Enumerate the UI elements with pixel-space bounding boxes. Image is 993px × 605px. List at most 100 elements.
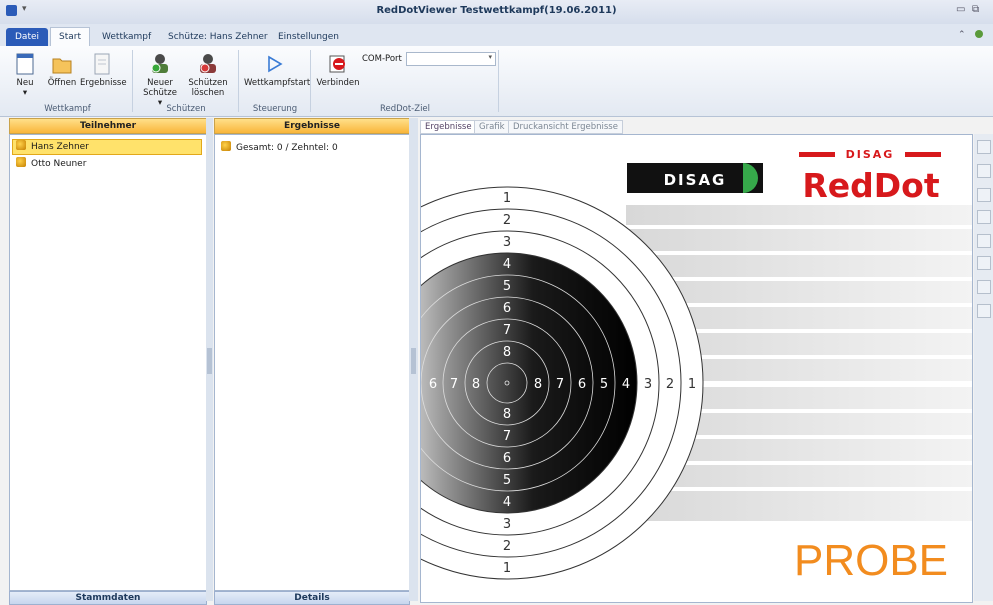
ring-number: 8 <box>534 377 542 392</box>
ring-number: 5 <box>503 473 511 488</box>
group-label-steuerung: Steuerung <box>252 104 298 114</box>
tool-icon[interactable] <box>977 164 991 178</box>
neu-button[interactable]: Neu ▾ <box>10 52 40 98</box>
tab-schuetze[interactable]: Schütze: Hans Zehner <box>160 28 276 46</box>
com-port-select[interactable]: ▾ <box>406 52 496 66</box>
shooter-icon <box>16 140 26 150</box>
schuetzen-loeschen-label-1: Schützen <box>188 78 228 88</box>
com-port-label: COM-Port <box>362 54 402 64</box>
ring-number: 7 <box>503 323 511 338</box>
disag-logo-text: DISAG <box>664 171 727 189</box>
delete-user-icon <box>200 54 216 73</box>
ring-number: 3 <box>503 517 511 532</box>
list-item[interactable]: Hans Zehner <box>12 139 202 155</box>
ergebnisse-label: Ergebnisse <box>80 78 127 88</box>
reddot-logo-text: RedDot <box>802 166 939 205</box>
ring-number: 5 <box>600 377 608 392</box>
schuetzen-loeschen-button[interactable]: Schützen löschen <box>186 52 230 98</box>
group-label-schuetzen: Schützen <box>166 104 206 114</box>
ring-number: 3 <box>503 235 511 250</box>
ring-number: 6 <box>503 301 511 316</box>
ring-number: 6 <box>503 451 511 466</box>
results-document-icon <box>94 53 110 75</box>
tool-icon[interactable] <box>977 234 991 248</box>
tool-icon[interactable] <box>977 256 991 270</box>
shooter-icon <box>16 157 26 167</box>
verbinden-button[interactable]: Verbinden <box>316 52 360 88</box>
ring-number: 1 <box>688 377 696 392</box>
tool-icon[interactable] <box>977 210 991 224</box>
ergebnisse-button[interactable]: Ergebnisse <box>80 52 127 88</box>
restore-icon[interactable]: ⧉ <box>972 4 979 15</box>
ring-number: 7 <box>503 429 511 444</box>
probe-stamp: PROBE <box>794 536 948 585</box>
ring-number: 2 <box>503 213 511 228</box>
schuetzen-loeschen-label-2: löschen <box>191 88 225 98</box>
new-document-icon <box>16 53 34 75</box>
tab-druckansicht[interactable]: Druckansicht Ergebnisse <box>508 120 623 134</box>
tool-icon[interactable] <box>977 188 991 202</box>
ring-number: 8 <box>503 407 511 422</box>
target-graphic: 1 2 3 4 5 6 7 8 8 7 6 5 4 3 2 1 8 7 6 5 … <box>421 148 972 585</box>
splitter-handle[interactable] <box>411 348 416 374</box>
connect-icon <box>329 55 345 73</box>
list-item[interactable]: Gesamt: 0 / Zehntel: 0 <box>221 141 338 155</box>
verbinden-label: Verbinden <box>316 78 360 88</box>
ergebnisse-header: Ergebnisse <box>214 118 410 134</box>
ergebnisse-list: Gesamt: 0 / Zehntel: 0 <box>214 134 410 591</box>
stammdaten-header[interactable]: Stammdaten <box>9 591 207 605</box>
ring-number: 6 <box>429 377 437 392</box>
tab-ergebnisse[interactable]: Ergebnisse <box>420 120 477 134</box>
dropdown-arrow-icon: ▾ <box>22 88 28 98</box>
folder-icon <box>52 58 72 74</box>
tab-datei[interactable]: Datei <box>6 28 49 46</box>
ring-number: 1 <box>503 561 511 576</box>
group-separator <box>498 50 499 112</box>
tool-icon[interactable] <box>977 304 991 318</box>
group-separator <box>310 50 311 112</box>
tab-start[interactable]: Start <box>50 27 90 46</box>
title-bar: ▾ RedDotViewer Testwettkampf(19.06.2011)… <box>0 0 993 24</box>
splitter[interactable] <box>206 118 213 601</box>
minimize-icon[interactable]: ▭ <box>956 4 965 15</box>
neu-label: Neu <box>16 78 34 88</box>
window-title: RedDotViewer Testwettkampf(19.06.2011) <box>376 5 617 16</box>
ring-number: 3 <box>644 377 652 392</box>
ring-number: 2 <box>666 377 674 392</box>
oeffnen-label: Öffnen <box>47 78 77 88</box>
tool-icon[interactable] <box>977 140 991 154</box>
list-item[interactable]: Otto Neuner <box>12 157 200 171</box>
ring-number: 6 <box>578 377 586 392</box>
splitter-handle[interactable] <box>207 348 212 374</box>
tool-icon[interactable] <box>977 280 991 294</box>
oeffnen-button[interactable]: Öffnen <box>46 52 78 88</box>
disag-logo: DISAG <box>627 163 763 193</box>
reddot-logo: DISAG RedDot <box>799 148 941 205</box>
collapse-ribbon-icon[interactable]: ⌃ <box>958 30 966 40</box>
details-header[interactable]: Details <box>214 591 410 605</box>
ring-number: 4 <box>503 257 511 272</box>
ring-number: 7 <box>556 377 564 392</box>
wettkampfstart-button[interactable]: Wettkampfstart <box>244 52 310 88</box>
ring-number: 5 <box>503 279 511 294</box>
ring-number: 4 <box>622 377 630 392</box>
group-label-wettkampf: Wettkampf <box>44 104 91 114</box>
tab-grafik[interactable]: Grafik <box>474 120 510 134</box>
teilnehmer-list: Hans Zehner Otto Neuner <box>9 134 207 591</box>
ring-number: 7 <box>450 377 458 392</box>
participant-name: Hans Zehner <box>31 142 89 152</box>
tab-wettkampf[interactable]: Wettkampf <box>94 28 159 46</box>
chevron-down-icon: ▾ <box>488 53 492 61</box>
result-summary: Gesamt: 0 / Zehntel: 0 <box>236 143 338 153</box>
neuer-schuetze-button[interactable]: Neuer Schütze ▾ <box>140 52 180 108</box>
target-view: 1 2 3 4 5 6 7 8 8 7 6 5 4 3 2 1 8 7 6 5 … <box>420 134 973 603</box>
group-separator <box>238 50 239 112</box>
tab-einstellungen[interactable]: Einstellungen <box>270 28 347 46</box>
participant-name: Otto Neuner <box>31 159 87 169</box>
wettkampfstart-label: Wettkampfstart <box>244 78 311 88</box>
splitter[interactable] <box>409 118 418 601</box>
add-user-icon <box>151 54 168 73</box>
help-icon[interactable] <box>975 30 983 38</box>
play-icon <box>268 55 283 73</box>
ring-number: 2 <box>503 539 511 554</box>
